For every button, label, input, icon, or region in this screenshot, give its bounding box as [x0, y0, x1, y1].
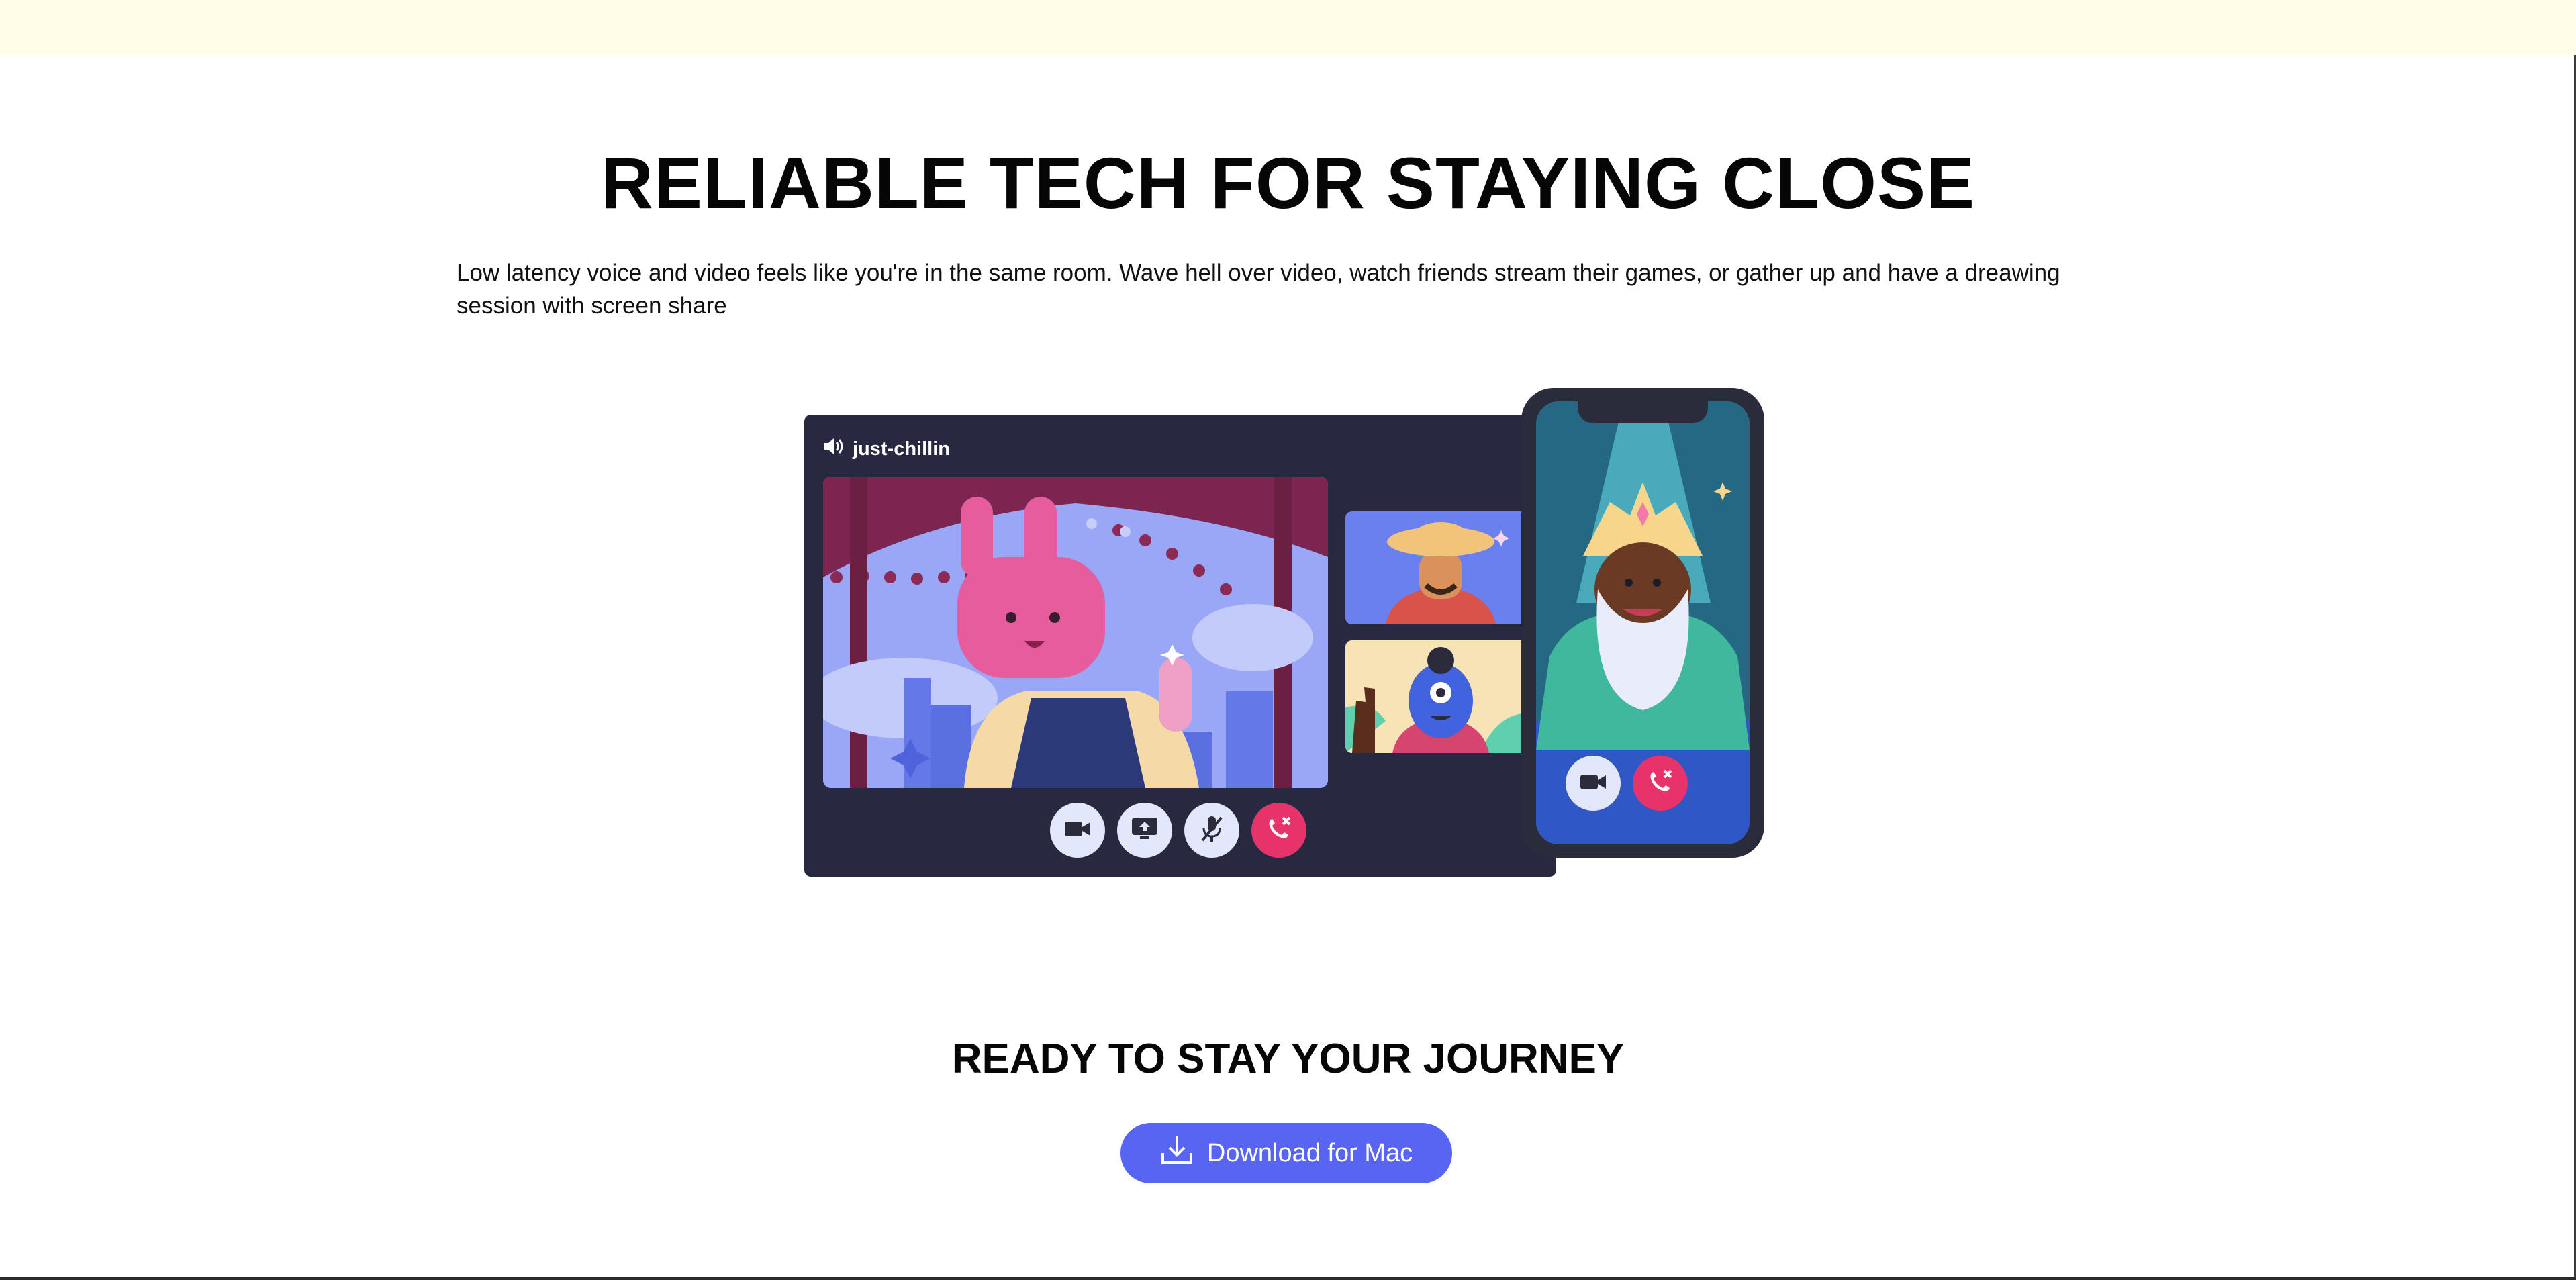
phone-call-controls — [1566, 756, 1688, 811]
video-camera-icon — [1580, 773, 1606, 794]
download-for-mac-button[interactable]: Download for Mac — [1120, 1123, 1452, 1183]
phone-end-call-button[interactable] — [1633, 756, 1688, 811]
channel-name: just-chillin — [853, 438, 950, 460]
channel-header: just-chillin — [823, 436, 950, 462]
page-title: RELIABLE TECH FOR STAYING CLOSE — [600, 142, 1976, 224]
download-button-label: Download for Mac — [1206, 1138, 1413, 1167]
video-camera-icon — [1065, 820, 1090, 841]
participant-tile — [1345, 640, 1536, 753]
speaker-icon — [823, 436, 845, 462]
call-controls — [1050, 803, 1306, 858]
page-bottom-border — [0, 1277, 2576, 1280]
top-banner — [0, 0, 2576, 55]
mute-microphone-icon — [1200, 816, 1223, 845]
cta-title: READY TO STAY YOUR JOURNEY — [951, 1036, 1625, 1082]
phone-notch — [1578, 397, 1708, 423]
end-call-icon — [1266, 816, 1292, 845]
download-icon — [1160, 1133, 1194, 1173]
desktop-call-illustration: just-chillin — [804, 415, 1556, 877]
main-video-tile — [823, 477, 1328, 788]
end-call-button[interactable] — [1251, 803, 1306, 858]
mute-microphone-button[interactable] — [1184, 803, 1239, 858]
video-camera-button[interactable] — [1050, 803, 1105, 858]
phone-call-illustration — [1521, 388, 1764, 858]
page-description: Low latency voice and video feels like y… — [457, 260, 2060, 319]
end-call-icon — [1647, 769, 1674, 798]
phone-video-camera-button[interactable] — [1566, 756, 1621, 811]
screen-share-button[interactable] — [1117, 803, 1172, 858]
screen-share-icon — [1132, 817, 1157, 844]
participant-tile — [1345, 511, 1536, 624]
